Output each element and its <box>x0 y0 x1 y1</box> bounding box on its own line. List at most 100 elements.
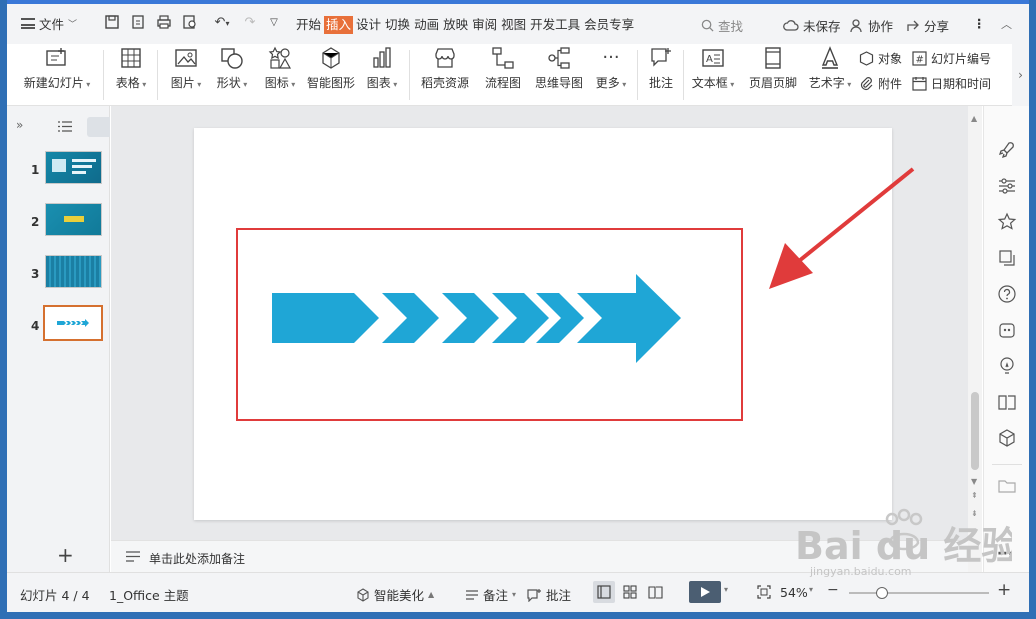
play-slideshow-button[interactable] <box>689 581 721 603</box>
export-pdf-icon[interactable] <box>129 14 147 32</box>
transition-icon[interactable] <box>997 248 1017 268</box>
scroll-up-icon[interactable]: ▲ <box>971 114 977 123</box>
textbox-button[interactable]: A 文本框 <box>687 46 739 91</box>
search-box[interactable]: 查找 <box>701 16 743 35</box>
watermark-url-text: jingyan.baidu.com <box>809 565 912 577</box>
zoom-out-icon[interactable]: − <box>827 582 839 598</box>
collapse-ribbon-icon[interactable]: ︿ <box>1001 16 1012 32</box>
ai-assistant-icon[interactable] <box>997 320 1017 340</box>
hamburger-icon <box>21 18 35 29</box>
zoom-slider-handle[interactable] <box>876 587 888 599</box>
zoom-dropdown-chevron-icon[interactable]: ▾ <box>809 585 813 594</box>
tab-slideshow[interactable]: 放映 <box>442 16 469 34</box>
theme-name[interactable]: 1_Office 主题 <box>109 585 189 604</box>
slide-number: 4 <box>31 319 40 333</box>
flowchart-button[interactable]: 流程图 <box>479 46 527 91</box>
more-options-icon[interactable]: ⋮ <box>973 16 986 31</box>
collapse-panel-icon[interactable]: » <box>16 118 23 132</box>
zoom-in-icon[interactable]: + <box>997 580 1011 600</box>
cube-icon <box>357 587 369 602</box>
watermark-brand-text: Bai du 经验 <box>795 524 1012 568</box>
datetime-button[interactable]: 日期和时间 <box>912 75 991 92</box>
shape-button[interactable]: 形状 <box>211 46 253 91</box>
attachment-button[interactable]: 附件 <box>859 75 902 92</box>
smartart-icon <box>322 47 340 69</box>
mindmap-button[interactable]: 思维导图 <box>531 46 587 91</box>
comments-toggle-label: 批注 <box>546 588 572 603</box>
slide-thumbnail-2[interactable]: 2 <box>7 203 110 243</box>
save-icon[interactable] <box>103 14 121 32</box>
slide-1-text-line <box>72 165 92 168</box>
scroll-down-icon[interactable]: ▼ <box>971 477 977 486</box>
tab-animations[interactable]: 动画 <box>413 16 440 34</box>
star-icon[interactable] <box>997 212 1017 232</box>
file-menu[interactable]: 文件 ﹀ <box>21 14 77 33</box>
outline-view-icon[interactable] <box>57 120 73 136</box>
docer-resources-button[interactable]: 稻壳资源 <box>417 46 473 91</box>
more-button[interactable]: ··· 更多 <box>591 46 631 91</box>
slideshow-options-chevron-icon[interactable]: ▾ <box>724 585 728 594</box>
folder-icon[interactable] <box>997 476 1017 496</box>
header-footer-button[interactable]: 页眉页脚 <box>745 46 801 91</box>
share-button[interactable]: 分享 <box>906 16 949 35</box>
adjust-settings-icon[interactable] <box>997 176 1017 196</box>
docer-store-icon <box>435 48 455 68</box>
picture-button[interactable]: 图片 <box>165 46 207 91</box>
table-button[interactable]: 表格 <box>111 46 151 91</box>
reading-view-icon[interactable] <box>648 585 663 599</box>
wordart-icon <box>821 46 839 69</box>
undo-icon[interactable]: ↶▾ <box>207 14 237 32</box>
slide-1-text-line <box>72 159 96 162</box>
redo-icon[interactable]: ↷ <box>241 14 259 32</box>
rocket-icon[interactable] <box>997 140 1017 160</box>
help-icon[interactable] <box>997 284 1017 304</box>
slide-thumbnail-4[interactable]: 4 <box>7 305 110 347</box>
notes-toggle-button[interactable]: 备注 ▾ <box>465 585 516 604</box>
comments-toggle-button[interactable]: 批注 <box>527 585 571 604</box>
tab-developer[interactable]: 开发工具 <box>529 16 581 34</box>
chevron-arrow-graphic[interactable] <box>272 274 681 363</box>
comment-button[interactable]: 批注 <box>643 46 679 91</box>
zoom-level[interactable]: 54% <box>780 585 808 600</box>
slide-thumbnail-1[interactable]: 1 <box>7 151 110 191</box>
tab-member[interactable]: 会员专享 <box>583 16 635 34</box>
collaborate-button[interactable]: 协作 <box>850 16 893 35</box>
unsaved-button[interactable]: 未保存 <box>783 16 841 35</box>
scrollbar-thumb[interactable] <box>971 392 979 470</box>
slide-sorter-icon[interactable] <box>623 585 637 599</box>
fit-to-window-icon[interactable] <box>757 585 771 599</box>
status-bar: 幻灯片 4 / 4 1_Office 主题 智能美化 ▲ 备注 ▾ 批注 ▾ 5… <box>7 572 1029 612</box>
object-button[interactable]: 对象 <box>859 50 902 67</box>
object-label: 对象 <box>878 52 903 66</box>
smartart-button[interactable]: 智能图形 <box>305 46 357 91</box>
ribbon-scroll-right-icon[interactable]: › <box>1012 44 1029 106</box>
zoom-slider-track[interactable] <box>849 592 989 594</box>
cube-icon[interactable] <box>997 428 1017 448</box>
lightbulb-icon[interactable] <box>997 356 1017 376</box>
right-sidebar: ··· <box>983 106 1029 572</box>
tab-review[interactable]: 审阅 <box>471 16 498 34</box>
slide-view-tab[interactable] <box>87 117 110 137</box>
docer-resources-label: 稻壳资源 <box>420 76 469 90</box>
icon-button[interactable]: 图标 <box>259 46 301 91</box>
tab-view[interactable]: 视图 <box>500 16 527 34</box>
tab-design[interactable]: 设计 <box>355 16 382 34</box>
new-slide-button[interactable]: 新建幻灯片 <box>21 46 93 91</box>
book-icon[interactable] <box>997 392 1017 412</box>
cloud-icon <box>783 20 799 31</box>
customize-toolbar-icon[interactable]: ▽ <box>265 14 283 32</box>
slide-number-button[interactable]: # 幻灯片编号 <box>912 50 991 67</box>
normal-view-button[interactable] <box>593 581 615 603</box>
tab-home[interactable]: 开始 <box>295 16 322 34</box>
chart-button[interactable]: 图表 <box>361 46 403 91</box>
print-icon[interactable] <box>155 14 173 32</box>
tab-insert[interactable]: 插入 <box>324 16 354 34</box>
print-preview-icon[interactable] <box>181 14 199 32</box>
smart-beautify-button[interactable]: 智能美化 ▲ <box>356 585 434 604</box>
tab-transitions[interactable]: 切换 <box>384 16 411 34</box>
add-slide-icon[interactable]: + <box>57 545 74 565</box>
slide-thumbnail-3[interactable]: 3 <box>7 255 110 295</box>
vertical-scrollbar[interactable]: ▲ ▼ ⇞ ⇟ <box>968 106 982 572</box>
wordart-button[interactable]: 艺术字 <box>805 46 855 91</box>
previous-slide-icon[interactable]: ⇞ <box>971 491 978 500</box>
